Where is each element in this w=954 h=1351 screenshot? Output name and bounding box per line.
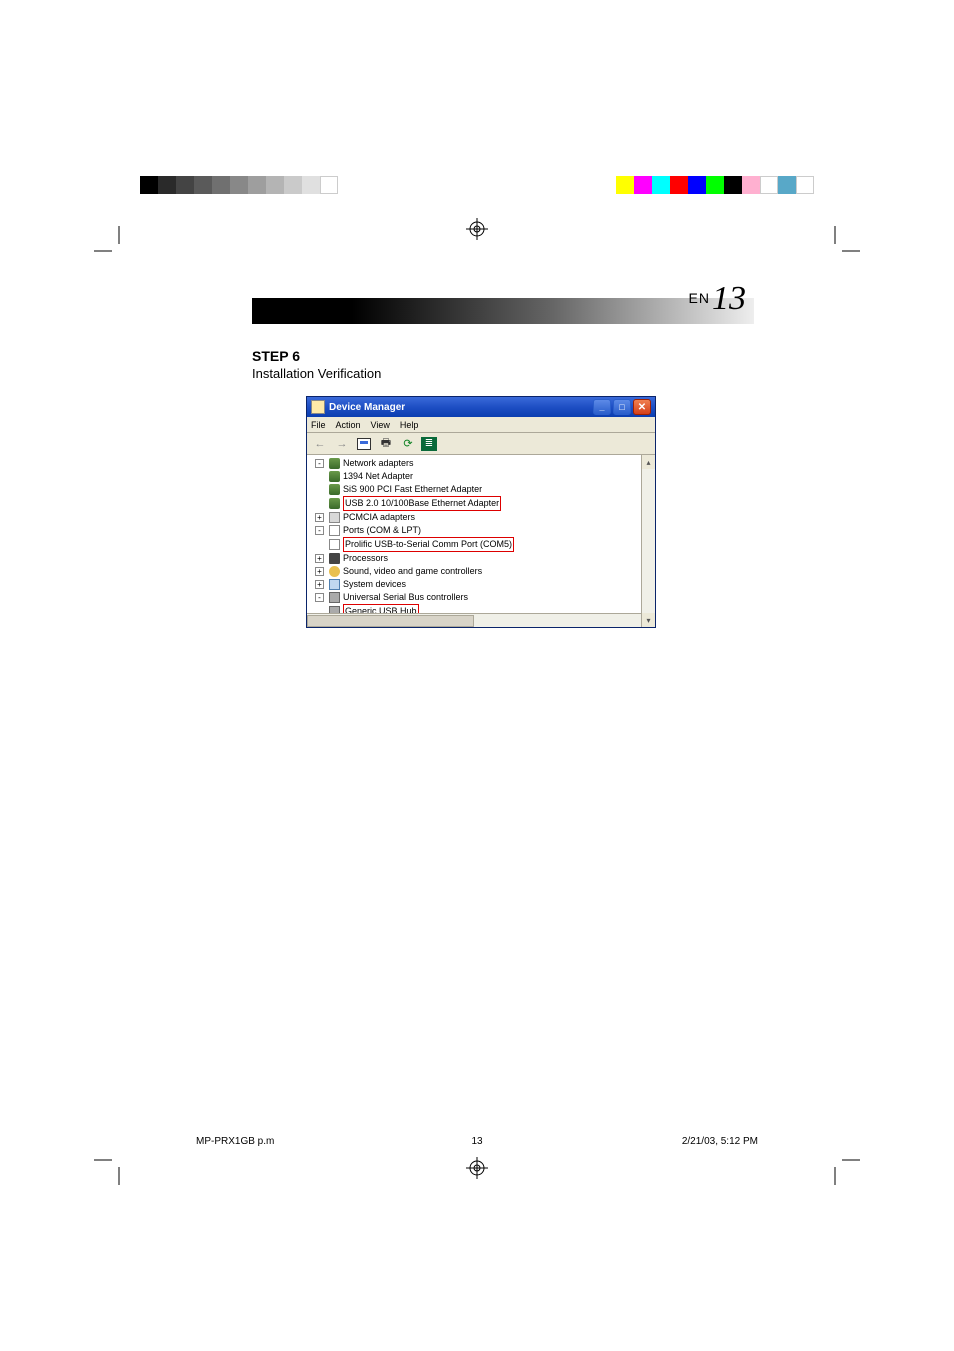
horizontal-scrollbar[interactable] [307,613,641,627]
footer-timestamp: 2/21/03, 5:12 PM [682,1136,758,1147]
processor-icon [329,553,340,564]
scroll-down-icon[interactable]: ▾ [642,613,655,627]
toolbar: ← → 🖶 ⟳ ≣ [307,433,655,455]
menu-file[interactable]: File [311,420,326,430]
menu-bar: File Action View Help [307,417,655,433]
header-bar [252,298,754,324]
tree-prolific[interactable]: Prolific USB-to-Serial Comm Port (COM5) [343,537,514,552]
tree-usb-ethernet[interactable]: USB 2.0 10/100Base Ethernet Adapter [343,496,501,511]
tree-usb-0[interactable]: Generic USB Hub [343,604,419,613]
expand-icon[interactable]: + [315,513,324,522]
tree-network-adapters[interactable]: Network adapters [343,457,414,470]
tree-ports[interactable]: Ports (COM & LPT) [343,524,421,537]
adapter-icon [329,498,340,509]
color-bar-grayscale [140,172,338,198]
tree-sound[interactable]: Sound, video and game controllers [343,565,482,578]
registration-mark-bottom [466,1157,488,1179]
refresh-icon[interactable]: ⟳ [399,435,417,453]
port-icon [329,539,340,550]
tree-1394[interactable]: 1394 Net Adapter [343,470,413,483]
network-icon [329,458,340,469]
vertical-scrollbar[interactable]: ▴ ▾ [641,455,655,627]
scan-icon[interactable]: ≣ [421,437,437,451]
page-lang-label: EN [689,290,710,306]
footer-file: MP-PRX1GB p.m [196,1136,274,1147]
tree-processors[interactable]: Processors [343,552,388,565]
expand-icon[interactable]: + [315,567,324,576]
page-container: EN13 STEP 6 Installation Verification De… [0,0,954,1351]
tree-sis900[interactable]: SiS 900 PCI Fast Ethernet Adapter [343,483,482,496]
crop-mark-br [810,1135,860,1185]
step-subtitle: Installation Verification [252,366,381,381]
registration-mark-top [466,218,488,240]
menu-view[interactable]: View [371,420,390,430]
menu-action[interactable]: Action [336,420,361,430]
menu-help[interactable]: Help [400,420,419,430]
usb-item-icon [329,606,340,613]
collapse-icon[interactable]: - [315,459,324,468]
collapse-icon[interactable]: - [315,593,324,602]
window-titlebar[interactable]: Device Manager _ □ ✕ [307,397,655,417]
device-tree[interactable]: - Network adapters 1394 Net Adapter SiS 9… [307,455,641,613]
footer-page: 13 [471,1136,482,1147]
back-button: ← [311,435,329,453]
view-button[interactable] [355,435,373,453]
step-title: STEP 6 [252,348,300,364]
maximize-button[interactable]: □ [613,399,631,415]
tree-usb[interactable]: Universal Serial Bus controllers [343,591,468,604]
color-bar-colors [616,172,814,198]
collapse-icon[interactable]: - [315,526,324,535]
forward-button: → [333,435,351,453]
tree-pcmcia[interactable]: PCMCIA adapters [343,511,415,524]
expand-icon[interactable]: + [315,580,324,589]
crop-mark-tl [94,226,144,276]
close-button[interactable]: ✕ [633,399,651,415]
adapter-icon [329,484,340,495]
minimize-button[interactable]: _ [593,399,611,415]
system-icon [329,579,340,590]
usb-icon [329,592,340,603]
tree-system[interactable]: System devices [343,578,406,591]
pcmcia-icon [329,512,340,523]
device-manager-window: Device Manager _ □ ✕ File Action View He… [306,396,656,628]
scroll-thumb[interactable] [307,615,474,627]
crop-mark-tr [810,226,860,276]
scroll-up-icon[interactable]: ▴ [642,455,655,469]
crop-mark-bl [94,1135,144,1185]
expand-icon[interactable]: + [315,554,324,563]
footer: MP-PRX1GB p.m 13 2/21/03, 5:12 PM [196,1136,758,1147]
ports-icon [329,525,340,536]
window-icon [311,400,325,414]
sound-icon [329,566,340,577]
print-icon[interactable]: 🖶 [377,435,395,453]
page-number-value: 13 [712,280,746,317]
window-title: Device Manager [329,402,405,413]
adapter-icon [329,471,340,482]
page-number: EN13 [689,280,746,318]
